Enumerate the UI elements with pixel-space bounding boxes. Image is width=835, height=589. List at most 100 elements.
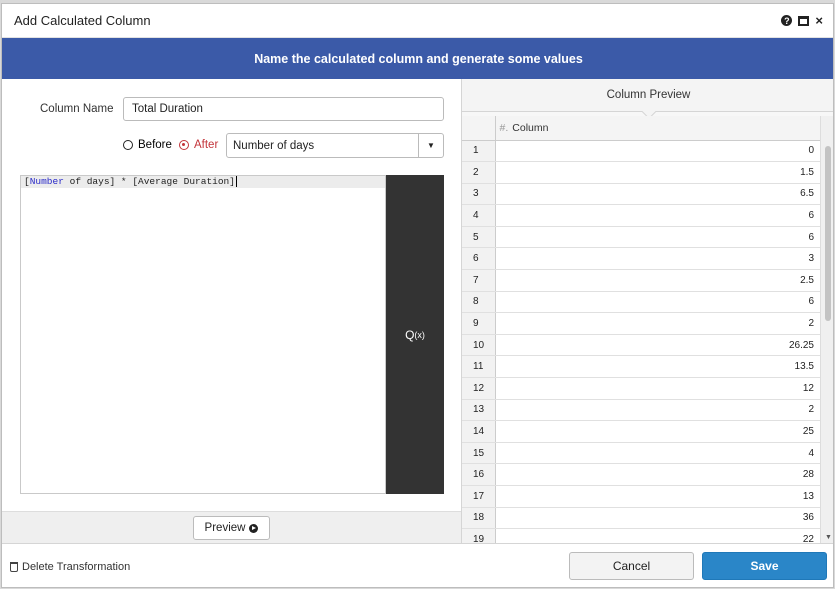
table-row: 46	[462, 204, 820, 227]
table-row: 15 4	[462, 442, 820, 465]
window-controls: ? ×	[781, 14, 833, 27]
row-number: 18	[462, 507, 496, 530]
table-row: 86	[462, 291, 820, 314]
dialog-titlebar: Add Calculated Column ? ×	[2, 4, 833, 38]
row-value: 25	[495, 420, 820, 443]
row-number: 7	[462, 269, 496, 292]
table-row: 3 6.5	[462, 183, 820, 206]
table-row: 56	[462, 226, 820, 249]
help-icon[interactable]: ?	[781, 15, 793, 26]
preview-button[interactable]: Preview	[193, 516, 270, 540]
table-row: 10 26.25	[462, 334, 820, 357]
table-row: 14 25	[462, 420, 820, 443]
column-name-input[interactable]	[123, 97, 444, 121]
trash-icon	[10, 562, 18, 572]
row-value: 2	[495, 399, 820, 422]
table-row: 19 22	[462, 528, 820, 543]
row-number: 3	[462, 183, 496, 206]
anchor-column-select[interactable]: Number of days ▼	[226, 133, 444, 158]
row-number: 12	[462, 377, 496, 400]
row-number: 9	[462, 312, 496, 335]
row-value: 3	[495, 247, 820, 271]
anchor-column-value: Number of days	[233, 139, 315, 152]
row-number: 11	[462, 355, 496, 379]
formula-builder-button[interactable]: Q (x)	[386, 175, 444, 494]
table-row: 12 12	[462, 377, 820, 400]
table-row: 18 36	[462, 507, 820, 530]
row-number: 15	[462, 442, 496, 465]
row-value: 1.5	[495, 161, 820, 184]
table-row: 92	[462, 312, 820, 335]
table-row: 63	[462, 247, 820, 271]
row-number: 10	[462, 334, 496, 357]
table-row: 10	[462, 140, 820, 163]
formula-line[interactable]: [Number of days] * [Average Duration]	[21, 176, 385, 188]
row-number-header	[462, 116, 496, 141]
row-value: 6.5	[495, 183, 820, 206]
row-value: 13	[495, 485, 820, 508]
text-cursor	[235, 176, 237, 187]
row-number: 16	[462, 463, 496, 486]
row-value: 28	[495, 463, 820, 486]
row-number: 5	[462, 226, 496, 249]
delete-transformation-link[interactable]: Delete Transformation	[10, 561, 130, 573]
row-number: 17	[462, 485, 496, 508]
row-number: 8	[462, 291, 496, 314]
table-row: 11 13.5	[462, 355, 820, 379]
row-value: 2	[495, 312, 820, 335]
row-value: 2.5	[495, 269, 820, 292]
formula-x-label: (x)	[414, 329, 425, 340]
row-number: 4	[462, 204, 496, 227]
row-value: 4	[495, 442, 820, 465]
instruction-banner: Name the calculated column and generate …	[2, 38, 833, 79]
radio-after-dot[interactable]	[179, 140, 189, 150]
row-number: 2	[462, 161, 496, 184]
preview-header-row: #. Column	[462, 116, 820, 141]
formula-rest: of days] * [Average Duration]	[63, 176, 235, 187]
row-value: 12	[495, 377, 820, 400]
close-icon[interactable]: ×	[815, 14, 823, 27]
formula-q-label: Q	[405, 327, 415, 342]
chevron-down-icon[interactable]: ▼	[418, 134, 443, 157]
row-value: 0	[495, 140, 820, 163]
row-number: 19	[462, 528, 496, 543]
play-circle-icon	[249, 523, 259, 533]
column-name-label: Column Name	[40, 103, 114, 115]
formula-keyword: Number	[29, 176, 64, 187]
preview-scrollbar[interactable]: ▼	[820, 116, 833, 543]
preview-grid: #. Column 1 0 2 1.5 3 6.5 4 6 5 6 6 3 7 2.5 8 6 9 2 10 26.25…	[462, 116, 820, 543]
preview-body: 1 0 2 1.5 3 6.5 4 6 5 6 6 3 7 2.5 8 6 9 2 10 26.25 11 13.5 12 1…	[462, 140, 820, 543]
row-value: 36	[495, 507, 820, 530]
row-value: 13.5	[495, 355, 820, 379]
table-row: 13 2	[462, 399, 820, 422]
hash-icon: #.	[499, 121, 509, 134]
scrollbar-thumb[interactable]	[825, 146, 831, 321]
row-number: 1	[462, 140, 496, 163]
radio-after-label: After	[194, 139, 219, 151]
row-value: 6	[495, 291, 820, 314]
column-header[interactable]: #. Column	[495, 116, 820, 141]
radio-before[interactable]: Before	[123, 139, 172, 151]
table-row: 7 2.5	[462, 269, 820, 292]
add-calculated-column-dialog: Add Calculated Column ? × Name the calcu…	[1, 3, 834, 588]
formula-editor[interactable]: [Number of days] * [Average Duration]	[20, 175, 386, 494]
delete-transformation-label: Delete Transformation	[22, 561, 131, 573]
row-number: 6	[462, 247, 496, 271]
column-header-label: Column	[512, 121, 549, 134]
radio-before-dot[interactable]	[123, 140, 133, 150]
maximize-icon[interactable]	[798, 15, 810, 26]
table-row: 2 1.5	[462, 161, 820, 184]
preview-button-label: Preview	[204, 522, 246, 534]
column-preview-panel: Column Preview #. Column 1 0 2 1.5 3 6.5 4 6 5 6 6 3…	[461, 79, 833, 543]
row-value: 26.25	[495, 334, 820, 357]
table-row: 17 13	[462, 485, 820, 508]
cancel-button[interactable]: Cancel	[569, 552, 694, 580]
radio-after[interactable]: After	[179, 139, 218, 151]
column-preview-title: Column Preview	[462, 79, 833, 112]
save-button[interactable]: Save	[702, 552, 827, 580]
row-number: 13	[462, 399, 496, 422]
table-row: 16 28	[462, 463, 820, 486]
formula-panel: Column Name Before After Number of days …	[2, 79, 461, 543]
scroll-down-icon[interactable]: ▼	[825, 534, 832, 541]
row-value: 6	[495, 226, 820, 249]
